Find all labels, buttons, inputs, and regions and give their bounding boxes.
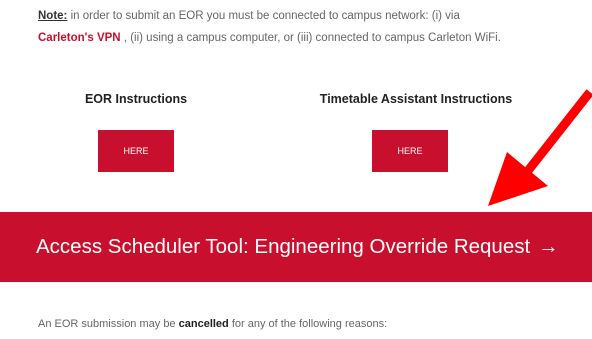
timetable-instructions-here-button[interactable]: HERE — [372, 130, 448, 172]
cancel-text-before: An EOR submission may be — [38, 318, 179, 330]
cancel-text-bold: cancelled — [178, 318, 229, 330]
carleton-vpn-link[interactable]: Carleton's VPN — [38, 32, 121, 44]
note-text-after: , (ii) using a campus computer, or (iii)… — [120, 32, 501, 44]
timetable-instructions-title: Timetable Assistant Instructions — [319, 92, 513, 106]
note-text-before: in order to submit an EOR you must be co… — [67, 10, 460, 22]
access-scheduler-tool-button[interactable]: Access Scheduler Tool: Engineering Overr… — [0, 212, 592, 282]
access-scheduler-label: Access Scheduler Tool: Engineering Overr… — [36, 235, 531, 258]
right-arrow-icon: → — [538, 235, 559, 258]
eor-instructions-here-button[interactable]: HERE — [98, 130, 174, 172]
eor-instructions-title: EOR Instructions — [84, 92, 188, 106]
red-arrow-icon — [488, 89, 592, 206]
note-label: Note: — [38, 10, 68, 22]
network-note: Note: in order to submit an EOR you must… — [38, 5, 558, 49]
cancellation-reasons-intro: An EOR submission may be cancelled for a… — [38, 318, 387, 330]
cancel-text-after: for any of the following reasons: — [228, 318, 388, 330]
